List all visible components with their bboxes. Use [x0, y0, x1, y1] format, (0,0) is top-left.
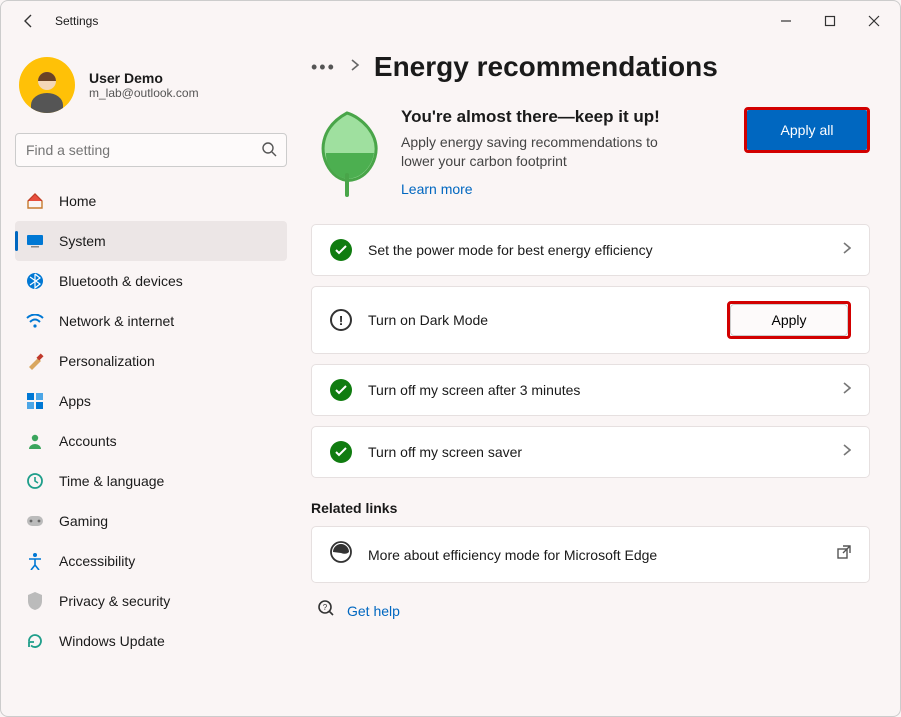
- external-link-icon: [837, 545, 851, 564]
- hero-title: You're almost there—keep it up!: [401, 107, 726, 127]
- person-icon: [25, 431, 45, 451]
- nav-apps[interactable]: Apps: [15, 381, 287, 421]
- minimize-icon: [780, 15, 792, 27]
- recommendation-screen-saver[interactable]: Turn off my screen saver: [311, 426, 870, 478]
- chevron-right-icon: [843, 381, 851, 399]
- chevron-right-icon: [843, 241, 851, 259]
- shield-icon: [25, 591, 45, 611]
- bluetooth-icon: [25, 271, 45, 291]
- nav-time[interactable]: Time & language: [15, 461, 287, 501]
- accessibility-icon: [25, 551, 45, 571]
- nav-privacy[interactable]: Privacy & security: [15, 581, 287, 621]
- window-title: Settings: [55, 14, 98, 28]
- avatar: [19, 57, 75, 113]
- gamepad-icon: [25, 511, 45, 531]
- user-name: User Demo: [89, 70, 199, 86]
- nav-personalization[interactable]: Personalization: [15, 341, 287, 381]
- search-icon: [261, 141, 277, 162]
- user-profile[interactable]: User Demo m_lab@outlook.com: [15, 51, 287, 129]
- recommendation-power-mode[interactable]: Set the power mode for best energy effic…: [311, 224, 870, 276]
- home-icon: [25, 191, 45, 211]
- chevron-right-icon: [350, 58, 360, 76]
- apply-all-button[interactable]: Apply all: [747, 110, 867, 150]
- svg-text:?: ?: [323, 603, 328, 612]
- search-input[interactable]: [15, 133, 287, 167]
- nav-network[interactable]: Network & internet: [15, 301, 287, 341]
- check-icon: [330, 379, 352, 401]
- page-title: Energy recommendations: [374, 51, 718, 83]
- check-icon: [330, 239, 352, 261]
- related-links-heading: Related links: [311, 500, 870, 516]
- search-container: [15, 133, 287, 167]
- user-email: m_lab@outlook.com: [89, 86, 199, 100]
- recommendation-dark-mode[interactable]: ! Turn on Dark Mode Apply: [311, 286, 870, 354]
- maximize-button[interactable]: [808, 5, 852, 37]
- check-icon: [330, 441, 352, 463]
- breadcrumb-overflow[interactable]: •••: [311, 57, 336, 78]
- clock-icon: [25, 471, 45, 491]
- close-button[interactable]: [852, 5, 896, 37]
- nav-bluetooth[interactable]: Bluetooth & devices: [15, 261, 287, 301]
- nav-home[interactable]: Home: [15, 181, 287, 221]
- back-button[interactable]: [11, 3, 47, 39]
- arrow-left-icon: [21, 13, 37, 29]
- maximize-icon: [824, 15, 836, 27]
- help-icon: ?: [317, 599, 335, 622]
- nav-update[interactable]: Windows Update: [15, 621, 287, 661]
- highlight-apply: Apply: [727, 301, 851, 339]
- chevron-right-icon: [843, 443, 851, 461]
- wifi-icon: [25, 311, 45, 331]
- apps-icon: [25, 391, 45, 411]
- update-icon: [25, 631, 45, 651]
- nav-gaming[interactable]: Gaming: [15, 501, 287, 541]
- edge-icon: [330, 541, 352, 568]
- nav-system[interactable]: System: [15, 221, 287, 261]
- learn-more-link[interactable]: Learn more: [401, 181, 473, 197]
- brush-icon: [25, 351, 45, 371]
- highlight-apply-all: Apply all: [744, 107, 870, 153]
- alert-icon: !: [330, 309, 352, 331]
- close-icon: [868, 15, 880, 27]
- get-help-link[interactable]: Get help: [347, 603, 400, 619]
- nav-accessibility[interactable]: Accessibility: [15, 541, 287, 581]
- hero-body: Apply energy saving recommendations to l…: [401, 133, 681, 171]
- recommendation-screen-off[interactable]: Turn off my screen after 3 minutes: [311, 364, 870, 416]
- system-icon: [25, 231, 45, 251]
- minimize-button[interactable]: [764, 5, 808, 37]
- apply-button[interactable]: Apply: [730, 304, 848, 336]
- leaf-icon: [311, 107, 383, 202]
- nav-accounts[interactable]: Accounts: [15, 421, 287, 461]
- related-edge-efficiency[interactable]: More about efficiency mode for Microsoft…: [311, 526, 870, 583]
